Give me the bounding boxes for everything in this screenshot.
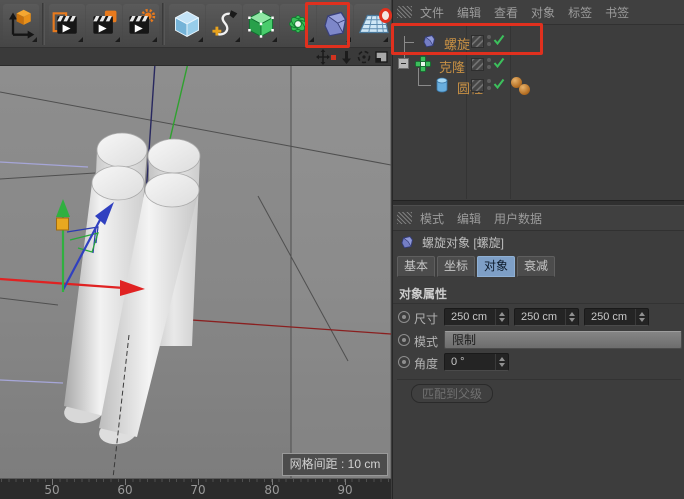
- object-row-cloner[interactable]: 克隆: [393, 55, 684, 76]
- pan-active-marker: [331, 55, 336, 60]
- am-menu-userdata[interactable]: 用户数据: [494, 210, 542, 227]
- subdivision-cube-icon: [245, 6, 277, 42]
- attribute-title-row: 螺旋对象 [螺旋]: [393, 230, 684, 254]
- render-view-icon: [51, 6, 83, 42]
- ruler-label-50: 50: [39, 483, 65, 497]
- enabled-check-icon[interactable]: [493, 57, 505, 69]
- timeline-ruler[interactable]: 50 60 70 80 90: [0, 478, 391, 499]
- om-menu-view[interactable]: 查看: [494, 4, 518, 21]
- viewport-header: [0, 48, 391, 66]
- zoom-icon[interactable]: [342, 51, 351, 64]
- layer-toggle[interactable]: [471, 79, 484, 92]
- render-settings-button[interactable]: [123, 4, 159, 44]
- coordinate-system-button[interactable]: [3, 4, 39, 44]
- field-stepper[interactable]: [635, 309, 648, 325]
- spline-pen-icon: [208, 6, 240, 42]
- twist-deformer-icon: [399, 234, 415, 250]
- grid-spacing-label: 网格间距 : 10 cm: [282, 453, 388, 476]
- attribute-title: 螺旋对象 [螺旋]: [422, 234, 504, 251]
- field-stepper[interactable]: [495, 354, 508, 370]
- keyframe-radio[interactable]: [398, 311, 410, 323]
- property-label: 模式: [414, 333, 438, 350]
- render-picture-viewer-button[interactable]: [86, 4, 122, 44]
- axis-cube-icon: [5, 6, 37, 42]
- viewport-3d[interactable]: 网格间距 : 10 cm: [0, 66, 391, 478]
- size-y-field[interactable]: 250 cm: [514, 308, 579, 326]
- cube-primitive-icon: [171, 6, 203, 42]
- axis-plane-handle[interactable]: [57, 218, 69, 230]
- object-row-cylinder[interactable]: 圆柱: [393, 76, 684, 97]
- drag-handle-icon[interactable]: [397, 6, 412, 18]
- rotate-icon[interactable]: [359, 52, 370, 63]
- ruler-label-90: 90: [332, 483, 358, 497]
- size-x-field[interactable]: 250 cm: [444, 308, 509, 326]
- am-menu-mode[interactable]: 模式: [420, 210, 444, 227]
- property-row-angle: 角度 0 °: [393, 353, 684, 373]
- cinema4d-window: 网格间距 : 10 cm 50 60 70 80 90 0 F 文件 编辑 查看…: [0, 0, 684, 499]
- property-label: 尺寸: [414, 310, 438, 327]
- y-axis-handle[interactable]: [56, 199, 70, 292]
- visibility-dots[interactable]: [487, 79, 491, 93]
- keyframe-radio[interactable]: [398, 356, 410, 368]
- pan-icon[interactable]: [316, 49, 330, 65]
- layer-toggle[interactable]: [471, 58, 484, 71]
- render-view-button[interactable]: [49, 4, 85, 44]
- visibility-dots[interactable]: [487, 58, 491, 72]
- attribute-manager-menubar: 模式 编辑 用户数据: [393, 206, 684, 231]
- size-z-field[interactable]: 250 cm: [584, 308, 649, 326]
- om-menu-objects[interactable]: 对象: [531, 4, 555, 21]
- cylinder-icon: [434, 77, 450, 93]
- om-menu-tags[interactable]: 标签: [568, 4, 592, 21]
- add-generator-button[interactable]: [243, 4, 279, 44]
- viewport-canvas[interactable]: [0, 66, 391, 478]
- grid-shade-band: [291, 66, 391, 478]
- section-header: 对象属性: [399, 285, 447, 302]
- om-menu-file[interactable]: 文件: [420, 4, 444, 21]
- am-menu-edit[interactable]: 编辑: [457, 210, 481, 227]
- property-row-mode: 模式 限制: [393, 331, 684, 351]
- angle-field[interactable]: 0 °: [444, 353, 509, 371]
- annotation-dot: [379, 8, 392, 23]
- maximize-icon[interactable]: [376, 52, 387, 62]
- om-menu-edit[interactable]: 编辑: [457, 4, 481, 21]
- ruler-label-80: 80: [259, 483, 285, 497]
- ruler-label-60: 60: [112, 483, 138, 497]
- match-to-parent-button[interactable]: 匹配到父级: [411, 384, 493, 403]
- drag-handle-icon[interactable]: [397, 212, 412, 224]
- x-axis-handle[interactable]: [0, 279, 145, 296]
- field-stepper[interactable]: [565, 309, 578, 325]
- add-spline-button[interactable]: [206, 4, 242, 44]
- field-stepper[interactable]: [495, 309, 508, 325]
- om-menu-bookmarks[interactable]: 书签: [605, 4, 629, 21]
- property-label: 角度: [414, 355, 438, 372]
- tab-object[interactable]: 对象: [477, 256, 515, 277]
- section-divider: [393, 303, 684, 304]
- add-primitive-button[interactable]: [169, 4, 205, 44]
- object-manager-menubar: 文件 编辑 查看 对象 标签 书签: [393, 0, 684, 25]
- attribute-tabs: 基本 坐标 对象 衰减: [397, 256, 557, 277]
- ruler-label-70: 70: [185, 483, 211, 497]
- enabled-check-icon[interactable]: [493, 78, 505, 90]
- right-panel: 文件 编辑 查看 对象 标签 书签 螺旋: [392, 0, 684, 499]
- material-tag-icon[interactable]: [519, 84, 530, 95]
- render-picture-viewer-icon: [88, 6, 120, 42]
- object-label[interactable]: 克隆: [439, 57, 465, 76]
- keyframe-radio[interactable]: [398, 334, 410, 346]
- expand-toggle[interactable]: [398, 58, 409, 69]
- toolbar-divider: [42, 3, 45, 45]
- tab-basic[interactable]: 基本: [397, 256, 435, 277]
- tab-coord[interactable]: 坐标: [437, 256, 475, 277]
- cloner-icon: [415, 56, 431, 72]
- mode-dropdown[interactable]: 限制: [444, 331, 682, 349]
- property-divider: [397, 379, 681, 380]
- viewport-nav-icons: [316, 49, 388, 65]
- toolbar-divider: [162, 3, 165, 45]
- property-row-size: 尺寸 250 cm 250 cm 250 cm: [393, 308, 684, 328]
- tab-falloff[interactable]: 衰减: [517, 256, 555, 277]
- render-settings-icon: [125, 6, 157, 42]
- annotation-box-object-row: [391, 23, 543, 55]
- annotation-box-toolbar: [305, 2, 350, 48]
- ruler-minor-ticks: [0, 479, 391, 482]
